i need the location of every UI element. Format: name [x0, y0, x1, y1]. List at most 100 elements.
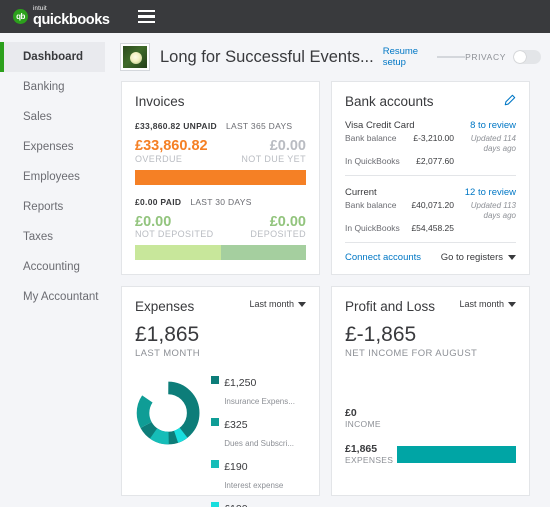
legend-amount: £100	[224, 503, 247, 507]
invoices-status-bar[interactable]	[135, 169, 306, 185]
chevron-down-icon	[508, 301, 516, 307]
expenses-total-label: LAST MONTH	[135, 348, 201, 359]
bank-account-name: Visa Credit Card	[345, 120, 415, 131]
invoices-overdue-amount: £33,860.82	[135, 138, 208, 154]
expenses-card: Expenses Last month £1,865 LAST MONTH £1…	[121, 286, 320, 507]
legend-swatch-icon	[211, 376, 220, 384]
intuit-wordmark: intuit	[33, 5, 47, 12]
privacy-toggle[interactable]	[512, 50, 541, 64]
top-navigation-bar: qb intuit quickbooks	[0, 0, 550, 33]
pnl-expenses-amount: £1,865	[345, 443, 378, 456]
hamburger-line	[137, 9, 155, 13]
page-header: Long for Successful Events... Resume set…	[113, 33, 550, 81]
invoices-notdeposited-amount: £0.00	[135, 213, 172, 230]
sidebar-item-dashboard[interactable]: Dashboard	[0, 42, 105, 72]
hamburger-line	[137, 20, 155, 24]
sidebar-item-taxes[interactable]: Taxes	[0, 222, 105, 252]
bank-updated-text: Updated 114 days ago	[470, 134, 516, 153]
sidebar-item-label: Dashboard	[23, 51, 84, 63]
legend-item[interactable]: £100 Depreciation Exp...	[211, 499, 306, 507]
invoices-overdue-bar-segment	[135, 169, 306, 185]
invoices-notdue-block[interactable]: £0.00 NOT DUE YET	[241, 138, 306, 165]
bank-balance-value: £-3,210.00	[413, 133, 454, 143]
hamburger-line	[137, 15, 155, 18]
pnl-expenses-bar	[397, 445, 516, 463]
invoices-deposited-label: DEPOSITED	[250, 229, 306, 240]
setup-progress-bar	[436, 56, 466, 58]
bank-account-row[interactable]: Current 12 to review Bank balance £40,07…	[345, 187, 516, 233]
sidebar-item-label: Taxes	[23, 231, 54, 243]
invoices-deposit-bar[interactable]	[135, 245, 306, 261]
in-quickbooks-value: £2,077.60	[416, 156, 454, 166]
go-to-registers-dropdown[interactable]: Go to registers	[441, 252, 516, 263]
bank-balance-value: £40,071.20	[411, 200, 454, 210]
sidebar-item-sales[interactable]: Sales	[0, 102, 105, 132]
pnl-expenses-row[interactable]: £1,865 EXPENSES	[345, 443, 516, 465]
legend-item[interactable]: £1,250 Insurance Expens...	[211, 373, 306, 409]
expenses-range-label: Last month	[249, 299, 294, 309]
go-to-registers-label: Go to registers	[440, 252, 503, 263]
invoices-notdeposited-block[interactable]: £0.00 NOT DEPOSITED	[135, 214, 214, 241]
expenses-title: Expenses	[135, 299, 195, 314]
bank-balance-label: Bank balance	[345, 133, 397, 143]
sidebar-item-banking[interactable]: Banking	[0, 72, 105, 102]
expenses-range-dropdown[interactable]: Last month	[249, 299, 306, 309]
legend-item[interactable]: £190 Interest expense	[211, 457, 306, 493]
invoices-paid-summary: £0.00 PAID LAST 30 DAYS	[135, 197, 306, 207]
pnl-net-income-amount: £-1,865	[345, 323, 417, 346]
invoices-deposited-block[interactable]: £0.00 DEPOSITED	[250, 214, 306, 241]
quickbooks-logo[interactable]: qb intuit quickbooks	[13, 6, 110, 28]
sidebar-item-reports[interactable]: Reports	[0, 192, 105, 222]
invoices-overdue-block[interactable]: £33,860.82 OVERDUE	[135, 138, 208, 165]
invoices-notdeposited-bar-segment	[135, 245, 221, 261]
expenses-donut-chart[interactable]	[135, 371, 201, 455]
expenses-total-amount: £1,865	[135, 323, 200, 346]
pnl-income-label: INCOME	[345, 419, 381, 430]
company-logo-thumbnail[interactable]	[121, 44, 149, 70]
sidebar-item-label: Expenses	[23, 141, 74, 153]
bank-account-review-link[interactable]: 12 to review	[465, 187, 516, 198]
legend-amount: £1,250	[224, 377, 257, 389]
legend-amount: £325	[224, 419, 248, 431]
expenses-chart-legend: £1,250 Insurance Expens... £325 Dues and…	[211, 371, 306, 507]
pencil-edit-icon[interactable]	[503, 94, 516, 107]
chevron-down-icon	[298, 301, 306, 307]
bank-account-name: Current	[345, 187, 377, 198]
sidebar-item-expenses[interactable]: Expenses	[0, 132, 105, 162]
invoices-card: Invoices £33,860.82 UNPAID LAST 365 DAYS …	[121, 81, 320, 275]
hamburger-menu-icon[interactable]	[137, 9, 155, 24]
invoices-overdue-label: OVERDUE	[135, 153, 183, 164]
sidebar-item-label: Sales	[23, 111, 52, 123]
invoices-deposited-bar-segment	[220, 245, 306, 261]
sidebar-item-label: My Accountant	[23, 291, 99, 303]
legend-swatch-icon	[211, 418, 220, 426]
page-title: Long for Successful Events...	[160, 47, 374, 66]
qb-logo-icon: qb	[13, 9, 28, 24]
resume-setup-link[interactable]: Resume setup	[383, 46, 428, 68]
pnl-range-dropdown[interactable]: Last month	[459, 299, 516, 309]
legend-swatch-icon	[211, 502, 220, 507]
bank-account-divider	[345, 175, 516, 176]
legend-category: Dues and Subscri...	[224, 439, 295, 448]
connect-accounts-link[interactable]: Connect accounts	[345, 252, 421, 263]
bank-account-row[interactable]: Visa Credit Card 8 to review Bank balanc…	[345, 120, 516, 166]
sidebar-item-employees[interactable]: Employees	[0, 162, 105, 192]
profit-and-loss-title: Profit and Loss	[345, 299, 436, 314]
sidebar-item-accounting[interactable]: Accounting	[0, 252, 105, 282]
invoices-deposited-amount: £0.00	[269, 213, 306, 230]
bank-account-review-link[interactable]: 8 to review	[470, 120, 516, 131]
invoices-notdue-label: NOT DUE YET	[241, 153, 306, 164]
bank-accounts-title: Bank accounts	[345, 94, 434, 109]
legend-category: Insurance Expens...	[224, 397, 295, 406]
main-content: Long for Successful Events... Resume set…	[105, 33, 550, 507]
quickbooks-wordmark: quickbooks	[33, 11, 110, 28]
sidebar-item-label: Accounting	[23, 261, 80, 273]
in-quickbooks-value: £54,458.25	[411, 223, 454, 233]
invoices-title: Invoices	[135, 94, 185, 109]
pnl-net-income-label: NET INCOME FOR AUGUST	[345, 348, 478, 359]
sidebar-item-my-accountant[interactable]: My Accountant	[0, 282, 105, 312]
invoices-unpaid-amount: £33,860.82 UNPAID	[135, 121, 217, 131]
legend-item[interactable]: £325 Dues and Subscri...	[211, 415, 306, 451]
bank-accounts-card: Bank accounts Visa Credit Card 8 to revi…	[331, 81, 530, 275]
pnl-income-row[interactable]: £0 INCOME	[345, 407, 516, 429]
